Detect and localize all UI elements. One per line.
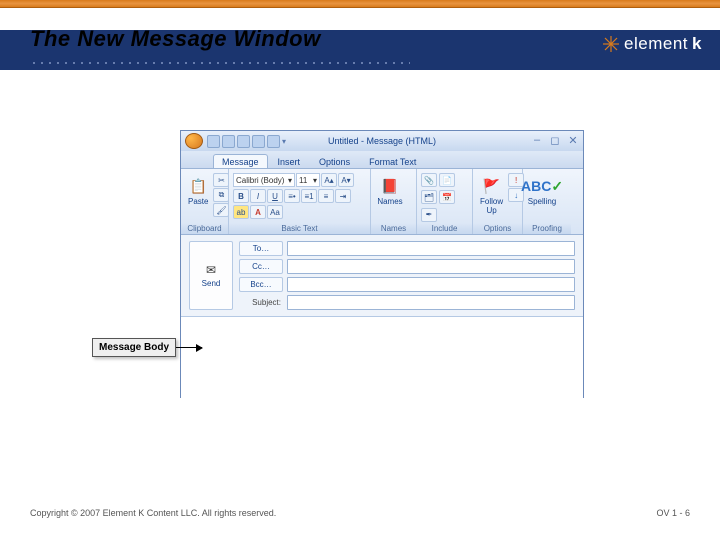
bold-button[interactable]: B bbox=[233, 189, 249, 203]
bcc-input[interactable] bbox=[287, 277, 575, 292]
calendar-button[interactable]: 📅 bbox=[439, 190, 455, 204]
names-label: Names bbox=[377, 197, 402, 206]
tab-options[interactable]: Options bbox=[310, 154, 359, 168]
followup-label: Follow Up bbox=[480, 197, 503, 215]
followup-button[interactable]: 🚩 Follow Up bbox=[477, 173, 506, 218]
qat-redo-icon[interactable] bbox=[237, 135, 250, 148]
attach-item-button[interactable]: 📄 bbox=[439, 173, 455, 187]
spelling-button[interactable]: ABC✓ Spelling bbox=[527, 173, 557, 209]
close-button[interactable]: ✕ bbox=[567, 134, 579, 146]
copyright-text: Copyright © 2007 Element K Content LLC. … bbox=[30, 508, 276, 518]
indent-button[interactable]: ⇥ bbox=[335, 189, 351, 203]
font-size-select[interactable]: 11 ▾ bbox=[296, 173, 320, 187]
subject-input[interactable] bbox=[287, 295, 575, 310]
header-dotted-underline bbox=[30, 62, 410, 64]
business-card-button[interactable]: 🗂 bbox=[421, 190, 437, 204]
brand-logo: elementk bbox=[602, 34, 702, 54]
align-button[interactable]: ≡ bbox=[318, 189, 334, 203]
group-names: 📕 Names Names bbox=[371, 169, 417, 234]
paste-label: Paste bbox=[188, 197, 208, 206]
slide-header: The New Message Window elementk bbox=[0, 8, 720, 70]
group-clipboard-label: Clipboard bbox=[181, 223, 228, 234]
address-book-icon: 📕 bbox=[380, 176, 400, 196]
chevron-down-icon: ▾ bbox=[288, 176, 292, 185]
brand-text: element bbox=[624, 34, 688, 54]
message-body-area[interactable] bbox=[181, 317, 583, 403]
qat-undo-icon[interactable] bbox=[222, 135, 235, 148]
tab-insert[interactable]: Insert bbox=[269, 154, 310, 168]
spelling-label: Spelling bbox=[528, 197, 556, 206]
names-button[interactable]: 📕 Names bbox=[375, 173, 405, 209]
tab-message[interactable]: Message bbox=[213, 154, 268, 168]
outlook-message-window: ▾ Untitled - Message (HTML) – ◻ ✕ Messag… bbox=[180, 130, 584, 398]
underline-button[interactable]: U bbox=[267, 189, 283, 203]
callout-label: Message Body bbox=[92, 338, 176, 357]
bullets-button[interactable]: ≡• bbox=[284, 189, 300, 203]
flag-icon: 🚩 bbox=[482, 176, 502, 196]
slide-title: The New Message Window bbox=[30, 26, 321, 52]
chevron-down-icon: ▾ bbox=[313, 176, 317, 185]
cut-button[interactable]: ✂ bbox=[213, 173, 229, 187]
shrink-font-button[interactable]: A▾ bbox=[338, 173, 354, 187]
group-proofing-label: Proofing bbox=[523, 223, 571, 234]
qat-prev-icon[interactable] bbox=[252, 135, 265, 148]
header-fields: To… Cc… Bcc… Subject: bbox=[239, 241, 575, 310]
font-color-button[interactable]: A bbox=[250, 205, 266, 219]
window-title-text: Untitled - Message (HTML) bbox=[328, 136, 436, 146]
qat-next-icon[interactable] bbox=[267, 135, 280, 148]
to-input[interactable] bbox=[287, 241, 575, 256]
tab-format-text[interactable]: Format Text bbox=[360, 154, 425, 168]
qat-save-icon[interactable] bbox=[207, 135, 220, 148]
group-proofing: ABC✓ Spelling Proofing bbox=[523, 169, 571, 234]
group-basic-text: Calibri (Body)▾ 11▾ A▴ A▾ B I U ≡• ≡1 ≡ … bbox=[229, 169, 371, 234]
signature-button[interactable]: ✒ bbox=[421, 208, 437, 222]
cc-button[interactable]: Cc… bbox=[239, 259, 283, 274]
window-controls: – ◻ ✕ bbox=[531, 134, 579, 146]
window-titlebar: ▾ Untitled - Message (HTML) – ◻ ✕ bbox=[181, 131, 583, 151]
group-options: 🚩 Follow Up ! ↓ Options bbox=[473, 169, 523, 234]
clear-formatting-button[interactable]: Aa bbox=[267, 205, 283, 219]
page-reference: OV 1 - 6 bbox=[656, 508, 690, 518]
highlight-button[interactable]: ab bbox=[233, 205, 249, 219]
subject-label: Subject: bbox=[239, 298, 283, 307]
to-button[interactable]: To… bbox=[239, 241, 283, 256]
ribbon-tab-strip: Message Insert Options Format Text bbox=[181, 151, 583, 169]
qat-dropdown-icon[interactable]: ▾ bbox=[282, 137, 286, 146]
top-accent-strip bbox=[0, 0, 720, 8]
minimize-button[interactable]: – bbox=[531, 134, 543, 146]
paste-button[interactable]: 📋 Paste bbox=[185, 173, 211, 209]
group-options-label: Options bbox=[473, 223, 522, 234]
group-include-label: Include bbox=[417, 223, 472, 234]
font-size-value: 11 bbox=[299, 176, 307, 185]
office-button[interactable] bbox=[185, 133, 203, 149]
spellcheck-icon: ABC✓ bbox=[532, 176, 552, 196]
callout: Message Body bbox=[92, 338, 202, 357]
font-family-select[interactable]: Calibri (Body) ▾ bbox=[233, 173, 295, 187]
maximize-button[interactable]: ◻ bbox=[549, 134, 561, 146]
arrow-icon bbox=[176, 347, 202, 348]
format-painter-button[interactable]: 🖌 bbox=[213, 203, 229, 217]
group-basic-text-label: Basic Text bbox=[229, 223, 370, 234]
quick-access-toolbar: ▾ bbox=[207, 135, 286, 148]
grow-font-button[interactable]: A▴ bbox=[321, 173, 337, 187]
cc-input[interactable] bbox=[287, 259, 575, 274]
send-button[interactable]: ✉ Send bbox=[189, 241, 233, 310]
send-label: Send bbox=[202, 279, 221, 288]
numbering-button[interactable]: ≡1 bbox=[301, 189, 317, 203]
font-family-value: Calibri (Body) bbox=[236, 176, 284, 185]
envelope-icon: ✉ bbox=[206, 263, 216, 277]
address-area: ✉ Send To… Cc… Bcc… Subject: bbox=[181, 235, 583, 317]
clipboard-icon: 📋 bbox=[188, 176, 208, 196]
brand-suffix: k bbox=[692, 34, 702, 54]
bcc-button[interactable]: Bcc… bbox=[239, 277, 283, 292]
group-clipboard: 📋 Paste ✂ ⧉ 🖌 Clipboard bbox=[181, 169, 229, 234]
group-names-label: Names bbox=[371, 223, 416, 234]
ribbon: 📋 Paste ✂ ⧉ 🖌 Clipboard Calibri (Body)▾ … bbox=[181, 169, 583, 235]
copy-button[interactable]: ⧉ bbox=[213, 188, 229, 202]
attach-file-button[interactable]: 📎 bbox=[421, 173, 437, 187]
group-include: 📎 📄 🗂 📅 ✒ Include bbox=[417, 169, 473, 234]
italic-button[interactable]: I bbox=[250, 189, 266, 203]
asterisk-icon bbox=[602, 35, 620, 53]
